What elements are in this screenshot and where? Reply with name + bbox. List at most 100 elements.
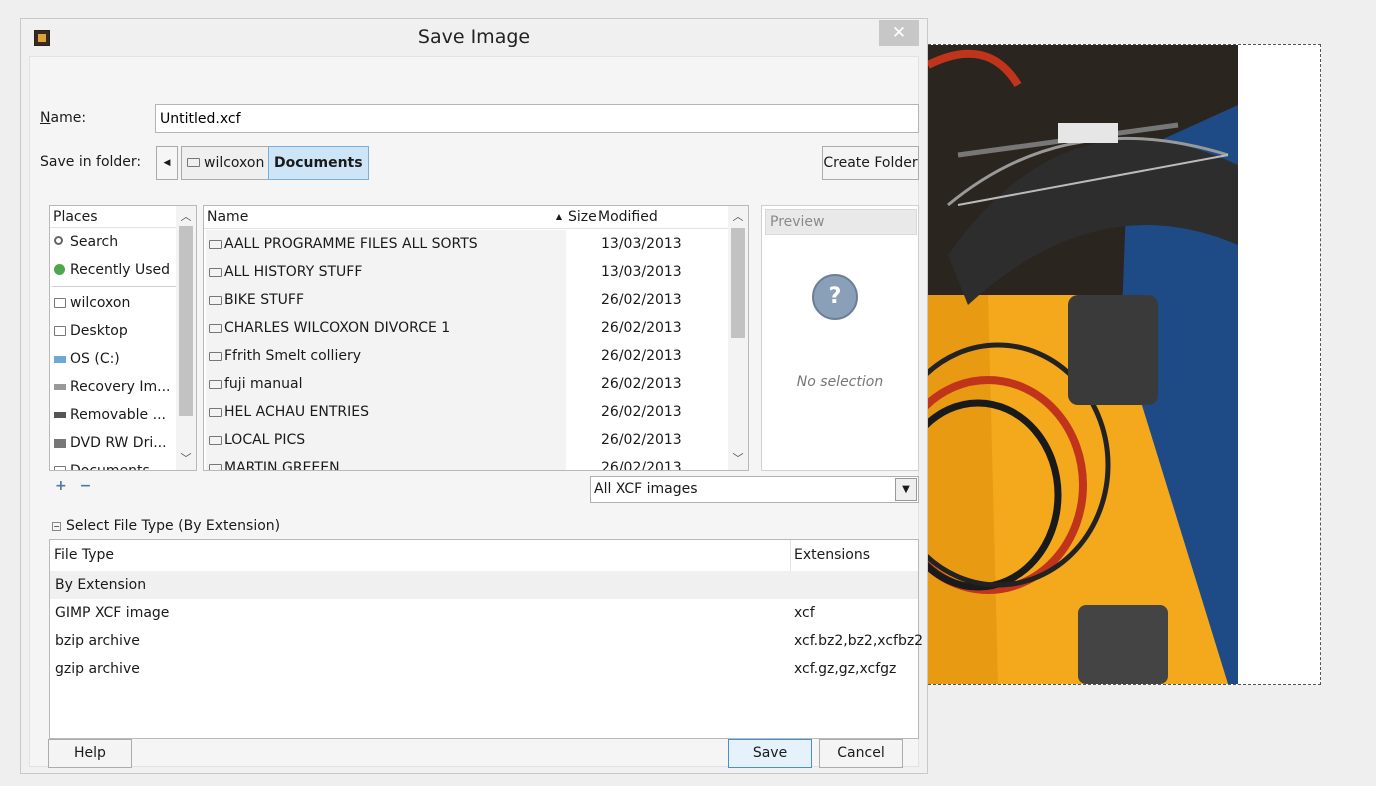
folder-icon bbox=[209, 324, 222, 333]
place-documents[interactable]: Documents bbox=[50, 457, 196, 471]
file-name: MARTIN GREEEN bbox=[224, 460, 340, 471]
name-label-mnemonic: N bbox=[40, 110, 51, 126]
folder-icon bbox=[209, 352, 222, 361]
places-panel: Places Search Recently Used wilcoxon Des… bbox=[49, 205, 197, 471]
cancel-button[interactable]: Cancel bbox=[819, 739, 903, 768]
file-type-name: bzip archive bbox=[55, 633, 140, 649]
file-type-row[interactable]: GIMP XCF image xcf bbox=[50, 599, 918, 627]
file-row[interactable]: BIKE STUFF 26/02/2013 bbox=[204, 286, 728, 314]
col-file-type[interactable]: File Type bbox=[54, 540, 790, 571]
places-separator bbox=[52, 286, 190, 287]
file-type-row[interactable]: bzip archive xcf.bz2,bz2,xcfbz2 bbox=[50, 627, 923, 655]
file-row[interactable]: fuji manual 26/02/2013 bbox=[204, 370, 728, 398]
file-name: ALL HISTORY STUFF bbox=[224, 264, 363, 280]
filename-input[interactable] bbox=[155, 104, 919, 133]
scroll-down-icon[interactable]: ﹀ bbox=[728, 450, 748, 468]
places-header[interactable]: Places bbox=[50, 206, 196, 228]
file-row[interactable]: ALL HISTORY STUFF 13/03/2013 bbox=[204, 258, 728, 286]
create-folder-button[interactable]: Create Folder bbox=[822, 146, 919, 180]
place-dvd[interactable]: DVD RW Dri... bbox=[50, 429, 196, 457]
file-type-table: File Type Extensions By Extension GIMP X… bbox=[49, 539, 923, 739]
file-modified: 13/03/2013 bbox=[601, 264, 682, 280]
collapse-icon: − bbox=[52, 522, 61, 531]
file-row[interactable]: CHARLES WILCOXON DIVORCE 1 26/02/2013 bbox=[204, 314, 728, 342]
removable-drive-icon bbox=[54, 412, 66, 418]
col-size[interactable]: Size bbox=[568, 206, 598, 229]
file-type-row[interactable]: By Extension bbox=[50, 571, 918, 599]
file-row[interactable]: Ffrith Smelt colliery 26/02/2013 bbox=[204, 342, 728, 370]
scroll-down-icon[interactable]: ﹀ bbox=[176, 450, 196, 468]
dialog-titlebar[interactable]: Save Image ✕ bbox=[21, 19, 927, 57]
file-row[interactable]: MARTIN GREEEN 26/02/2013 bbox=[204, 454, 728, 471]
col-name-label: Name bbox=[207, 209, 249, 225]
place-wilcoxon[interactable]: wilcoxon bbox=[50, 289, 196, 317]
save-button[interactable]: Save bbox=[728, 739, 812, 768]
place-label: wilcoxon bbox=[70, 295, 131, 311]
place-label: Search bbox=[70, 234, 119, 250]
file-modified: 26/02/2013 bbox=[601, 460, 682, 471]
file-name: HEL ACHAU ENTRIES bbox=[224, 404, 369, 420]
breadcrumb-wilcoxon[interactable]: wilcoxon bbox=[181, 146, 271, 180]
preview-label[interactable]: Preview bbox=[765, 209, 917, 235]
file-modified: 26/02/2013 bbox=[601, 292, 682, 308]
help-button[interactable]: Help bbox=[48, 739, 132, 768]
file-name: CHARLES WILCOXON DIVORCE 1 bbox=[224, 320, 451, 336]
col-modified[interactable]: Modified bbox=[598, 206, 728, 229]
path-back-arrow-icon[interactable]: ◀ bbox=[156, 146, 178, 180]
place-label: Recently Used bbox=[70, 262, 171, 278]
file-list-scrollbar[interactable]: ︿ ﹀ bbox=[728, 206, 748, 470]
places-scrollbar[interactable]: ︿ ﹀ bbox=[176, 206, 196, 470]
file-type-expander[interactable]: − Select File Type (By Extension) bbox=[52, 518, 280, 534]
file-list-scroll-thumb[interactable] bbox=[731, 228, 745, 338]
place-search[interactable]: Search bbox=[50, 228, 196, 256]
place-removable[interactable]: Removable ... bbox=[50, 401, 196, 429]
place-recently-used[interactable]: Recently Used bbox=[50, 256, 196, 284]
add-place-icon[interactable]: + bbox=[55, 478, 67, 494]
file-list: Name ▲ Size Modified AALL PROGRAMME FILE… bbox=[203, 205, 749, 471]
folder-icon bbox=[209, 380, 222, 389]
place-label: DVD RW Dri... bbox=[70, 435, 167, 451]
optical-drive-icon bbox=[54, 439, 66, 448]
file-row[interactable]: LOCAL PICS 26/02/2013 bbox=[204, 426, 728, 454]
dialog-body: Name: Save in folder: ◀ wilcoxon Documen… bbox=[29, 56, 923, 768]
file-name: Ffrith Smelt colliery bbox=[224, 348, 361, 364]
places-scroll-thumb[interactable] bbox=[179, 226, 193, 416]
folder-icon bbox=[209, 240, 222, 249]
file-row[interactable]: AALL PROGRAMME FILES ALL SORTS 13/03/2013 bbox=[204, 230, 728, 258]
preview-panel: Preview ? No selection bbox=[761, 205, 919, 471]
save-in-label: Save in folder: bbox=[40, 154, 142, 170]
name-label: Name: bbox=[40, 110, 86, 126]
file-modified: 26/02/2013 bbox=[601, 348, 682, 364]
folder-icon bbox=[209, 436, 222, 445]
recent-icon bbox=[54, 264, 65, 275]
no-selection-text: No selection bbox=[796, 374, 884, 390]
scroll-up-icon[interactable]: ︿ bbox=[176, 208, 196, 226]
place-label: Documents bbox=[70, 463, 150, 471]
scroll-up-icon[interactable]: ︿ bbox=[728, 208, 748, 226]
col-extensions[interactable]: Extensions bbox=[790, 540, 918, 571]
col-name[interactable]: Name ▲ bbox=[204, 206, 568, 229]
file-type-row[interactable]: gzip archive xcf.gz,gz,xcfgz bbox=[50, 655, 918, 683]
file-type-ext: xcf bbox=[794, 605, 815, 621]
sort-ascending-icon: ▲ bbox=[555, 212, 562, 221]
file-type-ext: xcf.bz2,bz2,xcfbz2 bbox=[794, 633, 924, 649]
close-button[interactable]: ✕ bbox=[879, 20, 919, 46]
folder-icon bbox=[209, 464, 222, 470]
drive-icon bbox=[54, 384, 66, 390]
place-os-c[interactable]: OS (C:) bbox=[50, 345, 196, 373]
folder-icon bbox=[209, 296, 222, 305]
remove-place-icon[interactable]: − bbox=[80, 478, 92, 494]
place-recovery[interactable]: Recovery Im... bbox=[50, 373, 196, 401]
file-name: AALL PROGRAMME FILES ALL SORTS bbox=[224, 236, 478, 252]
place-desktop[interactable]: Desktop bbox=[50, 317, 196, 345]
breadcrumb-documents[interactable]: Documents bbox=[268, 146, 369, 180]
file-row[interactable]: HEL ACHAU ENTRIES 26/02/2013 bbox=[204, 398, 728, 426]
folder-icon bbox=[187, 158, 200, 167]
file-filter-select[interactable]: All XCF images ▼ bbox=[590, 476, 919, 503]
folder-icon bbox=[209, 268, 222, 277]
name-label-rest: ame: bbox=[50, 110, 87, 126]
breadcrumb-label: wilcoxon bbox=[204, 155, 265, 171]
file-modified: 26/02/2013 bbox=[601, 320, 682, 336]
chevron-down-icon[interactable]: ▼ bbox=[895, 478, 917, 501]
filter-value: All XCF images bbox=[594, 481, 698, 497]
